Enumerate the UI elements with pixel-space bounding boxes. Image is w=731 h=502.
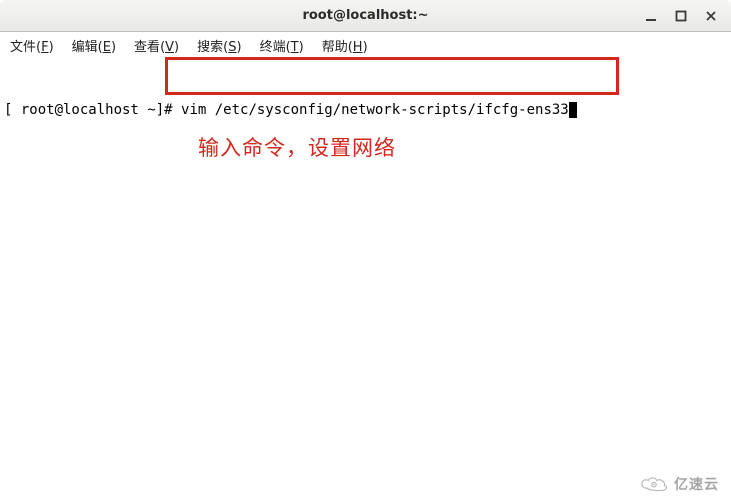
shell-prompt: [ root@localhost ~]# bbox=[4, 100, 181, 120]
menu-search[interactable]: 搜索(S) bbox=[193, 34, 245, 57]
window-controls bbox=[645, 10, 731, 22]
window-titlebar: root@localhost:~ bbox=[0, 0, 731, 32]
menu-view[interactable]: 查看(V) bbox=[130, 34, 183, 57]
menu-terminal[interactable]: 终端(T) bbox=[256, 34, 308, 57]
watermark-logo-icon bbox=[640, 475, 668, 493]
menu-edit[interactable]: 编辑(E) bbox=[68, 34, 120, 57]
close-button[interactable] bbox=[705, 10, 717, 22]
watermark-text: 亿速云 bbox=[674, 474, 719, 494]
maximize-button[interactable] bbox=[675, 10, 687, 22]
menu-help[interactable]: 帮助(H) bbox=[318, 34, 372, 57]
menu-file[interactable]: 文件(F) bbox=[6, 34, 58, 57]
shell-command: vim /etc/sysconfig/network-scripts/ifcfg… bbox=[181, 100, 569, 120]
minimize-button[interactable] bbox=[645, 10, 657, 22]
terminal-cursor bbox=[569, 102, 577, 118]
menubar: 文件(F) 编辑(E) 查看(V) 搜索(S) 终端(T) 帮助(H) bbox=[0, 32, 731, 58]
terminal-line: [ root@localhost ~]# vim /etc/sysconfig/… bbox=[4, 100, 727, 120]
terminal-viewport[interactable]: [ root@localhost ~]# vim /etc/sysconfig/… bbox=[0, 58, 731, 142]
window-title: root@localhost:~ bbox=[0, 8, 731, 23]
annotation-text: 输入命令，设置网络 bbox=[198, 132, 396, 162]
watermark: 亿速云 bbox=[640, 474, 719, 494]
